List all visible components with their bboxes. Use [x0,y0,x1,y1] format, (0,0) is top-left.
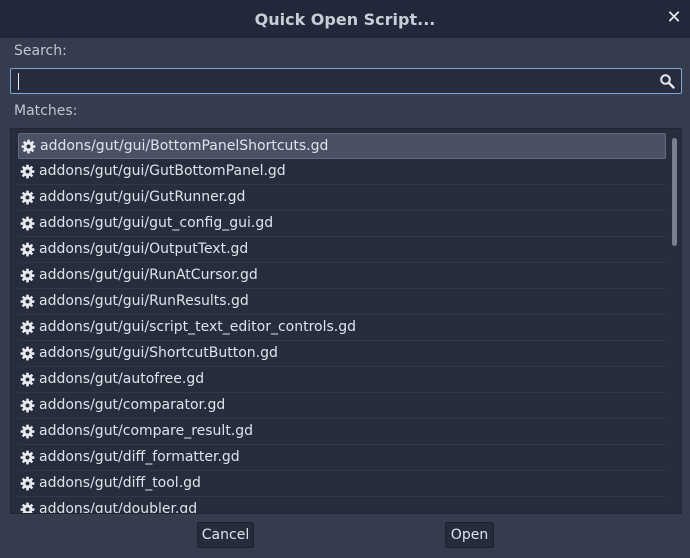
dialog-title: Quick Open Script... [254,10,436,29]
gear-icon [20,320,35,335]
open-button[interactable]: Open [445,522,494,548]
gear-icon [20,502,35,513]
list-item-label: addons/gut/autofree.gd [39,371,205,387]
gear-icon [20,164,35,179]
list-item[interactable]: addons/gut/diff_tool.gd [18,471,666,497]
list-item-label: addons/gut/comparator.gd [39,397,226,413]
search-icon[interactable] [659,73,675,89]
list-item-label: addons/gut/gui/OutputText.gd [39,241,249,257]
search-label: Search: [14,43,67,59]
quick-open-dialog: Quick Open Script... ✕ Search: Matches: … [0,0,690,558]
list-item-label: addons/gut/gui/BottomPanelShortcuts.gd [40,138,329,154]
list-item[interactable]: addons/gut/gui/GutBottomPanel.gd [18,159,666,185]
gear-icon [20,424,35,439]
gear-icon [20,242,35,257]
list-item[interactable]: addons/gut/gui/script_text_editor_contro… [18,315,666,341]
gear-icon [21,139,36,154]
list-item[interactable]: addons/gut/gui/BottomPanelShortcuts.gd [18,133,666,159]
list-item[interactable]: addons/gut/autofree.gd [18,367,666,393]
gear-icon [20,476,35,491]
list-item[interactable]: addons/gut/gui/GutRunner.gd [18,185,666,211]
list-item-label: addons/gut/gui/script_text_editor_contro… [39,319,357,335]
list-item-label: addons/gut/diff_tool.gd [39,475,201,491]
list-item-label: addons/gut/gui/RunAtCursor.gd [39,267,258,283]
matches-label: Matches: [14,103,78,119]
list-item-label: addons/gut/gui/GutRunner.gd [39,189,246,205]
list-item[interactable]: addons/gut/compare_result.gd [18,419,666,445]
list-item[interactable]: addons/gut/gui/RunAtCursor.gd [18,263,666,289]
gear-icon [20,190,35,205]
list-item-label: addons/gut/compare_result.gd [39,423,254,439]
list-item-label: addons/gut/gui/GutBottomPanel.gd [39,163,286,179]
list-item-label: addons/gut/gui/gut_config_gui.gd [39,215,274,231]
gear-icon [20,372,35,387]
gear-icon [20,450,35,465]
list-item[interactable]: addons/gut/doubler.gd [18,497,666,514]
gear-icon [20,346,35,361]
list-item[interactable]: addons/gut/gui/gut_config_gui.gd [18,211,666,237]
matches-list[interactable]: addons/gut/gui/BottomPanelShortcuts.gd ad… [10,128,682,514]
list-scrollbar[interactable] [672,134,678,510]
text-caret [18,73,19,90]
list-item-label: addons/gut/doubler.gd [39,501,198,514]
list-item[interactable]: addons/gut/gui/ShortcutButton.gd [18,341,666,367]
list-item[interactable]: addons/gut/gui/RunResults.gd [18,289,666,315]
title-bar[interactable]: Quick Open Script... ✕ [0,0,690,38]
scrollbar-thumb[interactable] [672,138,677,246]
close-icon[interactable]: ✕ [664,8,684,28]
gear-icon [20,398,35,413]
list-item-label: addons/gut/gui/ShortcutButton.gd [39,345,278,361]
list-item[interactable]: addons/gut/diff_formatter.gd [18,445,666,471]
gear-icon [20,268,35,283]
list-item-label: addons/gut/diff_formatter.gd [39,449,240,465]
search-field[interactable] [10,68,682,94]
list-item-label: addons/gut/gui/RunResults.gd [39,293,249,309]
list-item[interactable]: addons/gut/comparator.gd [18,393,666,419]
gear-icon [20,216,35,231]
list-item[interactable]: addons/gut/gui/OutputText.gd [18,237,666,263]
gear-icon [20,294,35,309]
cancel-button[interactable]: Cancel [197,522,254,548]
search-input[interactable] [17,71,651,93]
